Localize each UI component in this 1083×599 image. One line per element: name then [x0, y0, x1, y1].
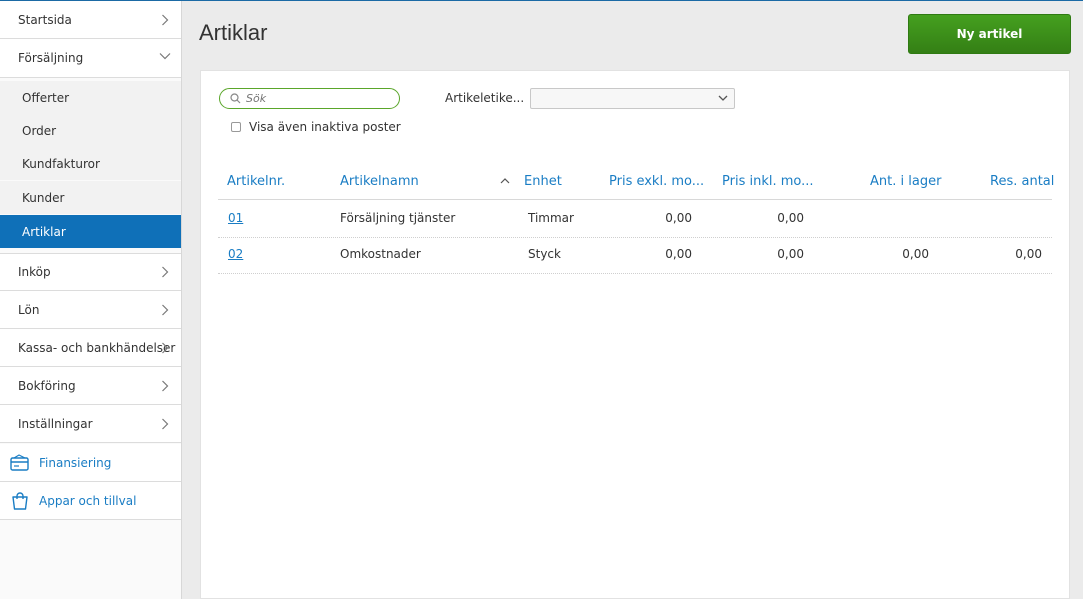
- article-stock: 0,00: [902, 247, 929, 261]
- sidebar: Startsida Försäljning Offerter Order Kun…: [0, 1, 182, 599]
- column-header-artikelnamn[interactable]: Artikelnamn: [340, 174, 419, 189]
- sidebar-item-finansiering[interactable]: Finansiering: [0, 444, 181, 482]
- show-inactive-label: Visa även inaktiva poster: [249, 120, 401, 134]
- sidebar-item-label: Appar och tillval: [39, 493, 137, 508]
- article-reserved: 0,00: [1015, 247, 1042, 261]
- sidebar-item-kassa-bank[interactable]: Kassa- och bankhändelser: [0, 329, 181, 367]
- chevron-right-icon: [161, 304, 171, 316]
- sidebar-item-appar[interactable]: Appar och tillval: [0, 482, 181, 520]
- sidebar-item-bokforing[interactable]: Bokföring: [0, 367, 181, 405]
- show-inactive-checkbox[interactable]: [231, 122, 241, 132]
- sidebar-subitem-artiklar[interactable]: Artiklar: [0, 215, 181, 248]
- sidebar-subitem-offerter[interactable]: Offerter: [0, 81, 181, 114]
- article-name: Omkostnader: [340, 247, 421, 261]
- shopping-bag-icon: [9, 490, 31, 512]
- article-price-incl: 0,00: [777, 247, 804, 261]
- column-header-enhet[interactable]: Enhet: [524, 174, 562, 189]
- search-icon: [230, 93, 241, 104]
- column-header-artikelnr[interactable]: Artikelnr.: [227, 174, 285, 189]
- sidebar-item-label: Inställningar: [18, 416, 93, 431]
- sidebar-item-forsaljning[interactable]: Försäljning: [0, 39, 181, 78]
- sidebar-item-label: Finansiering: [39, 455, 112, 470]
- main-panel: Artikeletike... Visa även inaktiva poste…: [200, 70, 1070, 599]
- sidebar-subitem-kunder[interactable]: Kunder: [0, 181, 181, 214]
- sidebar-subitem-kundfakturor[interactable]: Kundfakturor: [0, 147, 181, 180]
- chevron-down-icon: [159, 52, 171, 64]
- chevron-right-icon: [161, 342, 171, 354]
- sort-ascending-icon: [500, 178, 510, 184]
- article-unit: Styck: [528, 247, 561, 261]
- article-price-excl: 0,00: [665, 247, 692, 261]
- sidebar-item-label: Bokföring: [18, 378, 76, 393]
- chevron-right-icon: [161, 380, 171, 392]
- page-title: Artiklar: [199, 20, 268, 45]
- row-divider: [218, 273, 1052, 274]
- sidebar-item-inkop[interactable]: Inköp: [0, 253, 181, 291]
- article-unit: Timmar: [528, 211, 574, 225]
- row-divider: [218, 237, 1052, 238]
- column-header-pris-exkl[interactable]: Pris exkl. mo...: [609, 174, 704, 189]
- sidebar-item-startsida[interactable]: Startsida: [0, 1, 181, 39]
- sidebar-item-installningar[interactable]: Inställningar: [0, 405, 181, 443]
- column-header-ant-lager[interactable]: Ant. i lager: [870, 174, 941, 189]
- show-inactive-row: Visa även inaktiva poster: [231, 120, 401, 134]
- sidebar-subitem-label: Offerter: [22, 90, 70, 105]
- search-box[interactable]: [219, 88, 400, 109]
- chevron-right-icon: [161, 14, 171, 26]
- sidebar-item-label: Kassa- och bankhändelser: [18, 340, 176, 355]
- column-header-pris-inkl[interactable]: Pris inkl. mo...: [722, 174, 814, 189]
- table-header-divider: [218, 199, 1052, 200]
- column-header-res-antal[interactable]: Res. antal: [990, 174, 1054, 189]
- article-label-filter-label: Artikeletike...: [445, 91, 525, 105]
- new-article-button[interactable]: Ny artikel: [908, 14, 1071, 54]
- sidebar-item-label: Inköp: [18, 265, 51, 279]
- sidebar-item-label: Startsida: [18, 12, 72, 27]
- sidebar-item-lon[interactable]: Lön: [0, 291, 181, 329]
- article-price-incl: 0,00: [777, 211, 804, 225]
- sidebar-subitem-label: Kunder: [22, 190, 65, 205]
- chevron-right-icon: [161, 418, 171, 430]
- chevron-down-icon: [718, 95, 728, 101]
- sidebar-subitem-label: Order: [22, 123, 57, 138]
- article-number-link[interactable]: 02: [228, 247, 243, 261]
- sidebar-subitem-label: Artiklar: [22, 224, 66, 239]
- article-price-excl: 0,00: [665, 211, 692, 225]
- article-name: Försäljning tjänster: [340, 211, 456, 225]
- chevron-right-icon: [161, 266, 171, 278]
- sidebar-subitem-label: Kundfakturor: [22, 156, 100, 171]
- credit-card-icon: [9, 452, 31, 474]
- sidebar-subitem-order[interactable]: Order: [0, 114, 181, 147]
- sidebar-item-label: Lön: [18, 302, 40, 317]
- sidebar-item-label: Försäljning: [18, 51, 84, 65]
- article-label-select[interactable]: [530, 88, 735, 109]
- search-input[interactable]: [246, 92, 386, 105]
- article-number-link[interactable]: 01: [228, 211, 243, 225]
